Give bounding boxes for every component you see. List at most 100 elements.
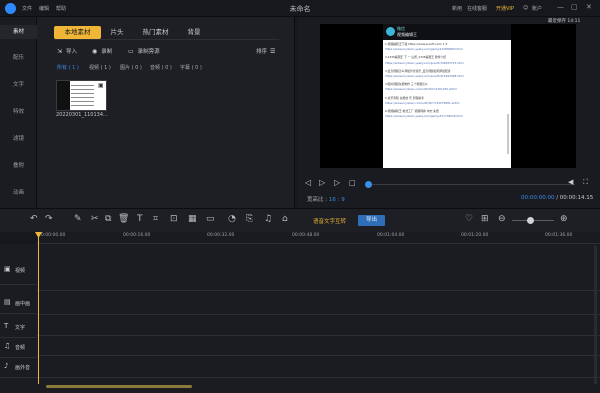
new-button[interactable]: 新用 xyxy=(452,5,462,12)
play-icon[interactable]: ▷ xyxy=(319,178,325,187)
prev-frame-icon[interactable]: ◁ xyxy=(305,178,311,187)
minimize-icon[interactable]: — xyxy=(557,3,564,11)
sort-button[interactable]: 排序 ☰ xyxy=(256,47,279,55)
frame-scrollbar xyxy=(507,114,509,154)
nav-item-text[interactable]: 文字 xyxy=(0,80,37,88)
aspect-ratio[interactable]: 宽高比 : 16 : 9 xyxy=(307,195,345,203)
filter-all[interactable]: 所有 ( 1 ) xyxy=(57,64,79,71)
stop-icon[interactable]: □ xyxy=(349,179,356,187)
frame-text-line: 1.视频编辑王下载 https://www.pcsoft.com/ 1:3 xyxy=(385,42,448,46)
tab-background[interactable]: 背景 xyxy=(178,26,210,39)
nav-item-effects[interactable]: 特效 xyxy=(0,107,37,115)
filter-audio[interactable]: 音频 ( 0 ) xyxy=(150,64,172,71)
thumbnail-type-icon: ▣ xyxy=(98,82,104,89)
playback-progress[interactable] xyxy=(369,184,575,185)
import-icon: ⇲ xyxy=(57,48,63,55)
account-icon[interactable]: ☺ xyxy=(523,5,528,11)
frame-text-line: 4.图片视频免费制作 三个视频怎么 xyxy=(385,82,428,87)
timeline-vertical-scrollbar[interactable] xyxy=(594,246,597,384)
nav-item-overlay[interactable]: 叠附 xyxy=(0,161,37,169)
volume-icon[interactable]: ◀ xyxy=(568,178,573,186)
close-icon[interactable]: ✕ xyxy=(586,3,592,11)
media-thumbnail[interactable]: ▣ xyxy=(56,80,107,111)
ruler-tick: 00:00:48.00 xyxy=(292,233,320,238)
speech-text-convert-button[interactable]: 语音文字互转 xyxy=(313,217,346,225)
snap-icon[interactable]: ♡ xyxy=(465,214,473,224)
import-button[interactable]: ⇲ 导入 xyxy=(57,47,77,55)
fit-icon[interactable]: ⊞ xyxy=(481,214,489,224)
account-button[interactable]: 账户 xyxy=(532,5,542,12)
thumbnail-preview xyxy=(71,85,94,109)
media-filename: 20220301_110134... xyxy=(56,112,108,118)
audio-edit-icon[interactable]: ♫ xyxy=(264,214,272,224)
track-audio[interactable]: ♫ 音频 xyxy=(0,336,37,358)
split-icon[interactable]: ✂ xyxy=(91,214,99,224)
track-video[interactable]: ▣ 视频 xyxy=(0,259,37,285)
video-track-icon: ▣ xyxy=(4,265,11,273)
track-pip[interactable]: ▤ 画中画 xyxy=(0,292,37,314)
track-voiceover[interactable]: ♪ 画外音 xyxy=(0,356,37,378)
wechat-avatar-icon xyxy=(386,27,395,36)
timeline-toolbar: ↶ ↷ ✎ ✂ ⧉ 🗑 T ⌗ ⊡ ▦ ▭ ◔ ⎘ ♫ ⌂ 语音文字互转 导出 … xyxy=(0,208,600,232)
frame-text-line: 5.音乐剪辑 免费的 乐 剪辑助手 xyxy=(385,95,424,100)
maximize-icon[interactable]: ▢ xyxy=(571,3,578,11)
zoom-out-icon[interactable]: ⊖ xyxy=(498,214,506,224)
frame-text-line: https://www.mydown.com/soft/367/72427658… xyxy=(385,100,460,105)
audio-track-icon: ♫ xyxy=(4,342,11,350)
ruler-tick: 00:01:36.00 xyxy=(545,233,573,238)
ruler-tick: 00:01:20.00 xyxy=(461,233,489,238)
tab-divider xyxy=(54,39,279,40)
crop-icon[interactable]: ⌗ xyxy=(153,214,158,224)
edit-icon[interactable]: ✎ xyxy=(74,214,82,224)
mosaic-icon[interactable]: ▦ xyxy=(188,214,197,224)
delete-icon[interactable]: 🗑 xyxy=(118,214,129,224)
tab-hot-material[interactable]: 热门素材 xyxy=(133,26,178,39)
playback-controls: ◁ ▷ ▷ □ ◀ ⛶ xyxy=(305,178,595,192)
vip-button[interactable]: 开通VIP xyxy=(496,5,514,12)
zoom-knob[interactable] xyxy=(527,217,534,224)
timeline-ruler[interactable]: 00:00:00.00 00:00:16.00 00:00:32.00 00:0… xyxy=(37,232,600,244)
nav-item-filter[interactable]: 滤镜 xyxy=(0,134,37,142)
nav-item-material[interactable]: 素材 xyxy=(0,25,37,39)
left-nav: 素材 配乐 文字 特效 滤镜 叠附 动画 xyxy=(0,17,37,208)
filter-video[interactable]: 视频 ( 1 ) xyxy=(89,64,111,71)
zoom-area-icon[interactable]: ⊡ xyxy=(170,214,178,224)
frame-text-line: https://www.mydown.yesky.com/pcsoft/4154… xyxy=(385,74,464,78)
tab-intro[interactable]: 片头 xyxy=(101,26,133,39)
fullscreen-icon[interactable]: ⛶ xyxy=(583,178,588,187)
undo-icon[interactable]: ↶ xyxy=(30,214,38,224)
track-divider xyxy=(37,377,600,378)
time-display: 00:00:00.00 / 00:00:14.15 xyxy=(521,195,594,201)
duplicate-icon[interactable]: ⧉ xyxy=(105,214,111,224)
timeline-horizontal-scrollbar[interactable] xyxy=(46,385,192,388)
record-button[interactable]: ◉ 录制 xyxy=(92,47,112,55)
record-icon: ◉ xyxy=(92,48,98,55)
frame-text-line: https://www.mydown.yesky.com/game/124836… xyxy=(385,47,463,52)
speed-icon[interactable]: ◔ xyxy=(228,214,236,224)
marker-icon[interactable]: ⎘ xyxy=(246,214,253,224)
export-button[interactable]: 导出 xyxy=(358,215,385,226)
track-divider xyxy=(37,355,600,356)
nav-item-music[interactable]: 配乐 xyxy=(0,53,37,61)
next-frame-icon[interactable]: ▷ xyxy=(334,178,340,187)
playhead[interactable] xyxy=(38,232,39,384)
frame-header-title: 视频编辑王 xyxy=(397,32,417,37)
text-tool-icon[interactable]: T xyxy=(137,214,143,224)
freeze-icon[interactable]: ▭ xyxy=(206,214,215,224)
zoom-in-icon[interactable]: ⊕ xyxy=(560,214,568,224)
record-audio-button[interactable]: ▭ 录制旁源 xyxy=(128,47,160,55)
transition-icon[interactable]: ⌂ xyxy=(282,214,288,224)
ruler-tick: 00:00:00.00 xyxy=(38,233,66,238)
track-text[interactable]: T 文字 xyxy=(0,316,37,338)
track-divider xyxy=(37,335,600,336)
nav-item-animation[interactable]: 动画 xyxy=(0,188,37,196)
ruler-tick: 00:01:04.00 xyxy=(377,233,405,238)
online-service-link[interactable]: 在线客服 xyxy=(467,5,487,12)
tab-local-material[interactable]: 本地素材 xyxy=(54,26,101,39)
track-divider xyxy=(37,314,600,315)
filter-subtitle[interactable]: 字幕 ( 0 ) xyxy=(180,64,202,71)
redo-icon[interactable]: ↷ xyxy=(45,214,53,224)
ruler-tick: 00:00:32.00 xyxy=(207,233,235,238)
playback-knob[interactable] xyxy=(365,181,372,188)
filter-image[interactable]: 图片 ( 0 ) xyxy=(120,64,142,71)
